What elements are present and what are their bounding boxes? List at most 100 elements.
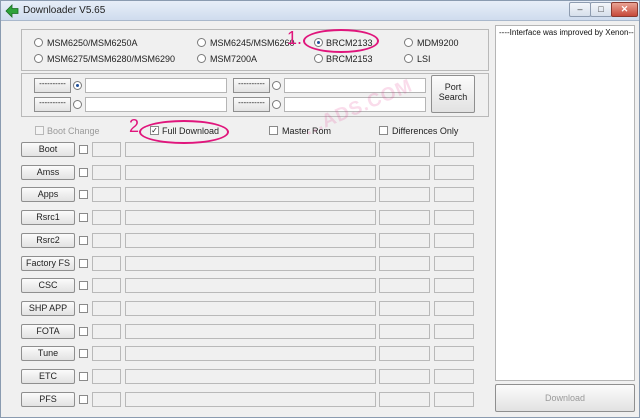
file-checkbox-boot[interactable] [79, 145, 88, 154]
minimize-button[interactable]: – [569, 2, 591, 17]
download-button[interactable]: Download [495, 384, 635, 412]
file-path-etc[interactable] [125, 369, 376, 384]
file-checkbox-csc[interactable] [79, 281, 88, 290]
file-path-pfs[interactable] [125, 392, 376, 407]
annotation-marker-2: 2 [129, 116, 140, 136]
file-button-csc[interactable]: CSC [21, 278, 75, 293]
file-field-c-csc [434, 278, 474, 293]
file-field-a-tune [92, 346, 121, 361]
radio-chipset-3[interactable] [404, 38, 413, 47]
master-rom-checkbox[interactable] [269, 126, 278, 135]
radio-chipset-1[interactable] [197, 38, 206, 47]
file-checkbox-tune[interactable] [79, 349, 88, 358]
file-button-fota[interactable]: FOTA [21, 324, 75, 339]
file-field-b-fota [379, 324, 430, 339]
file-field-c-tune [434, 346, 474, 361]
file-button-etc[interactable]: ETC [21, 369, 75, 384]
radio-chipset-5-label: MSM7200A [210, 54, 258, 64]
file-path-rsrc2[interactable] [125, 233, 376, 248]
annotation-ellipse-1 [303, 29, 379, 53]
file-field-c-amss [434, 165, 474, 180]
port-radio-3[interactable] [272, 81, 281, 90]
file-field-a-csc [92, 278, 121, 293]
file-field-b-csc [379, 278, 430, 293]
radio-chipset-6[interactable] [314, 54, 323, 63]
file-field-a-fota [92, 324, 121, 339]
radio-chipset-6-label: BRCM2153 [326, 54, 373, 64]
file-button-pfs[interactable]: PFS [21, 392, 75, 407]
port-select-button-2[interactable]: ---------- [34, 97, 71, 112]
file-field-b-shp-app [379, 301, 430, 316]
port-field-2[interactable] [85, 97, 227, 112]
differences-only-label: Differences Only [392, 126, 459, 136]
radio-chipset-4[interactable] [34, 54, 43, 63]
file-button-tune[interactable]: Tune [21, 346, 75, 361]
file-field-b-boot [379, 142, 430, 157]
file-path-apps[interactable] [125, 187, 376, 202]
file-path-tune[interactable] [125, 346, 376, 361]
file-path-fota[interactable] [125, 324, 376, 339]
file-checkbox-apps[interactable] [79, 190, 88, 199]
port-search-button[interactable]: Port Search [431, 75, 475, 113]
file-checkbox-pfs[interactable] [79, 395, 88, 404]
log-area: ----Interface was improved by Xenon---- [495, 25, 635, 381]
port-field-1[interactable] [85, 78, 227, 93]
file-field-c-boot [434, 142, 474, 157]
file-path-rsrc1[interactable] [125, 210, 376, 225]
radio-chipset-7-label: LSI [417, 54, 431, 64]
file-button-factory-fs[interactable]: Factory FS [21, 256, 75, 271]
file-button-rsrc2[interactable]: Rsrc2 [21, 233, 75, 248]
file-field-c-fota [434, 324, 474, 339]
file-button-shp-app[interactable]: SHP APP [21, 301, 75, 316]
green-arrow-left-icon [5, 4, 19, 18]
file-field-c-etc [434, 369, 474, 384]
close-button[interactable]: ✕ [611, 2, 638, 17]
port-select-button-4[interactable]: ---------- [233, 97, 270, 112]
file-field-a-pfs [92, 392, 121, 407]
differences-only-checkbox[interactable] [379, 126, 388, 135]
port-radio-2[interactable] [73, 100, 82, 109]
port-radio-4[interactable] [272, 100, 281, 109]
file-path-boot[interactable] [125, 142, 376, 157]
file-button-rsrc1[interactable]: Rsrc1 [21, 210, 75, 225]
file-checkbox-amss[interactable] [79, 168, 88, 177]
radio-chipset-0[interactable] [34, 38, 43, 47]
file-checkbox-rsrc1[interactable] [79, 213, 88, 222]
file-button-amss[interactable]: Amss [21, 165, 75, 180]
annotation-ellipse-2 [139, 120, 229, 144]
file-button-apps[interactable]: Apps [21, 187, 75, 202]
maximize-button[interactable]: □ [590, 2, 612, 17]
chipset-group [21, 29, 489, 71]
port-select-button-3[interactable]: ---------- [233, 78, 270, 93]
radio-chipset-5[interactable] [197, 54, 206, 63]
title-bar: Downloader V5.65 – □ ✕ [1, 1, 639, 21]
file-field-c-pfs [434, 392, 474, 407]
file-field-b-rsrc2 [379, 233, 430, 248]
boot-change-label: Boot Change [47, 126, 100, 136]
file-checkbox-rsrc2[interactable] [79, 236, 88, 245]
port-radio-1[interactable] [73, 81, 82, 90]
file-path-amss[interactable] [125, 165, 376, 180]
radio-chipset-0-label: MSM6250/MSM6250A [47, 38, 138, 48]
radio-chipset-7[interactable] [404, 54, 413, 63]
file-button-boot[interactable]: Boot [21, 142, 75, 157]
port-select-button-1[interactable]: ---------- [34, 78, 71, 93]
radio-chipset-4-label: MSM6275/MSM6280/MSM6290 [47, 54, 176, 64]
file-checkbox-etc[interactable] [79, 372, 88, 381]
file-field-c-shp-app [434, 301, 474, 316]
boot-change-checkbox[interactable] [35, 126, 44, 135]
file-field-a-factory-fs [92, 256, 121, 271]
file-field-b-pfs [379, 392, 430, 407]
file-path-factory-fs[interactable] [125, 256, 376, 271]
file-field-b-amss [379, 165, 430, 180]
window-title: Downloader V5.65 [23, 5, 106, 16]
file-field-c-rsrc2 [434, 233, 474, 248]
file-checkbox-shp-app[interactable] [79, 304, 88, 313]
file-checkbox-factory-fs[interactable] [79, 259, 88, 268]
file-field-a-apps [92, 187, 121, 202]
file-field-a-etc [92, 369, 121, 384]
file-path-csc[interactable] [125, 278, 376, 293]
file-path-shp-app[interactable] [125, 301, 376, 316]
file-checkbox-fota[interactable] [79, 327, 88, 336]
file-field-c-rsrc1 [434, 210, 474, 225]
